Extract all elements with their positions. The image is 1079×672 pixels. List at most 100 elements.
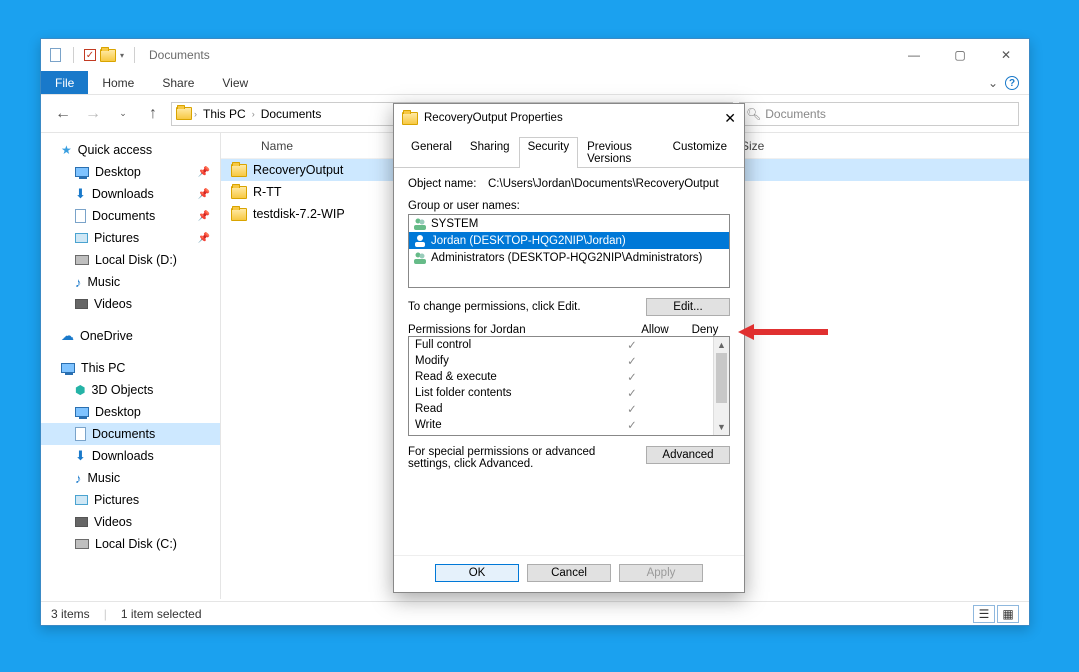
home-tab[interactable]: Home — [88, 71, 148, 94]
folder-icon — [176, 106, 192, 122]
nav-pictures[interactable]: Pictures📌 — [41, 227, 220, 249]
breadcrumb[interactable]: This PC — [199, 107, 250, 121]
search-placeholder: Documents — [765, 107, 826, 121]
minimize-button[interactable]: — — [891, 39, 937, 71]
perm-row: Full control✓ — [409, 337, 713, 353]
maximize-button[interactable]: ▢ — [937, 39, 983, 71]
scroll-up-icon[interactable]: ▲ — [714, 337, 729, 353]
nav-documents2[interactable]: Documents — [41, 423, 220, 445]
pin-icon: 📌 — [198, 211, 210, 222]
group-label: Group or user names: — [408, 200, 730, 212]
nav-desktop2[interactable]: Desktop — [41, 401, 220, 423]
checkbox-icon[interactable]: ✓ — [84, 49, 96, 61]
help-icon[interactable]: ? — [1005, 76, 1019, 90]
user-item[interactable]: SYSTEM — [409, 215, 729, 232]
ok-button[interactable]: OK — [435, 564, 519, 582]
expand-ribbon-icon[interactable]: ⌄ — [981, 71, 1005, 94]
close-button[interactable]: ✕ — [983, 39, 1029, 71]
document-icon — [75, 427, 86, 441]
music-icon: ♪ — [75, 471, 82, 486]
selection-count: 1 item selected — [121, 607, 202, 621]
nav-pictures2[interactable]: Pictures — [41, 489, 220, 511]
nav-music2[interactable]: ♪Music — [41, 467, 220, 489]
search-input[interactable]: 🔍︎ Documents — [739, 102, 1019, 126]
scroll-thumb[interactable] — [716, 353, 727, 403]
nav-local-c[interactable]: Local Disk (C:) — [41, 533, 220, 555]
users-icon — [413, 217, 427, 231]
allow-check-icon: ✓ — [607, 370, 657, 384]
tab-previous-versions[interactable]: Previous Versions — [578, 137, 664, 168]
scrollbar[interactable]: ▲ ▼ — [713, 337, 729, 435]
dialog-tabs: General Sharing Security Previous Versio… — [394, 132, 744, 168]
star-icon: ★ — [61, 143, 72, 157]
recent-dropdown[interactable]: ⌄ — [111, 102, 135, 126]
file-tab[interactable]: File — [41, 71, 88, 94]
deny-header: Deny — [680, 324, 730, 336]
object-name-value: C:\Users\Jordan\Documents\RecoveryOutput — [488, 178, 719, 190]
nav-documents[interactable]: Documents📌 — [41, 205, 220, 227]
annotation-arrow-icon — [738, 322, 828, 342]
folder-icon — [231, 164, 247, 177]
nav-videos[interactable]: Videos — [41, 293, 220, 315]
allow-header: Allow — [630, 324, 680, 336]
cloud-icon: ☁ — [61, 328, 74, 344]
apply-button[interactable]: Apply — [619, 564, 703, 582]
nav-this-pc[interactable]: This PC — [41, 357, 220, 379]
special-permissions-text: For special permissions or advanced sett… — [408, 446, 636, 470]
user-item[interactable]: Jordan (DESKTOP-HQG2NIP\Jordan) — [409, 232, 729, 249]
folder-icon — [231, 208, 247, 221]
desktop-icon — [75, 407, 89, 417]
pin-icon: 📌 — [198, 167, 210, 178]
nav-downloads2[interactable]: ⬇Downloads — [41, 445, 220, 467]
tab-general[interactable]: General — [402, 137, 461, 168]
view-tab[interactable]: View — [208, 71, 262, 94]
folder-icon[interactable] — [100, 47, 116, 63]
nav-downloads[interactable]: ⬇Downloads📌 — [41, 183, 220, 205]
details-view-button[interactable]: ☰ — [973, 605, 995, 623]
pictures-icon — [75, 495, 88, 505]
item-count: 3 items — [51, 607, 90, 621]
tab-security[interactable]: Security — [519, 137, 579, 168]
users-listbox[interactable]: SYSTEM Jordan (DESKTOP-HQG2NIP\Jordan) A… — [408, 214, 730, 288]
allow-check-icon: ✓ — [607, 386, 657, 400]
title-bar[interactable]: ✓ ▾ Documents — ▢ ✕ — [41, 39, 1029, 71]
user-item[interactable]: Administrators (DESKTOP-HQG2NIP\Administ… — [409, 249, 729, 266]
advanced-button[interactable]: Advanced — [646, 446, 730, 464]
back-button[interactable]: ← — [51, 102, 75, 126]
perm-row: Modify✓ — [409, 353, 713, 369]
video-icon — [75, 299, 88, 309]
up-button[interactable]: ↑ — [141, 102, 165, 126]
cancel-button[interactable]: Cancel — [527, 564, 611, 582]
perm-row: Read & execute✓ — [409, 369, 713, 385]
disk-icon — [75, 539, 89, 549]
tab-customize[interactable]: Customize — [664, 137, 736, 168]
properties-dialog: RecoveryOutput Properties ✕ General Shar… — [393, 103, 745, 593]
edit-button[interactable]: Edit... — [646, 298, 730, 316]
dialog-titlebar[interactable]: RecoveryOutput Properties ✕ — [394, 104, 744, 132]
nav-desktop[interactable]: Desktop📌 — [41, 161, 220, 183]
share-tab[interactable]: Share — [148, 71, 208, 94]
permissions-list: Full control✓ Modify✓ Read & execute✓ Li… — [408, 336, 730, 436]
nav-local-d[interactable]: Local Disk (D:) — [41, 249, 220, 271]
nav-3d-objects[interactable]: ⬢3D Objects — [41, 379, 220, 401]
pictures-icon — [75, 233, 88, 243]
users-icon — [413, 251, 427, 265]
nav-videos2[interactable]: Videos — [41, 511, 220, 533]
nav-pane: ★Quick access Desktop📌 ⬇Downloads📌 Docum… — [41, 133, 221, 599]
forward-button[interactable]: → — [81, 102, 105, 126]
document-icon — [75, 209, 86, 223]
icons-view-button[interactable]: ▦ — [997, 605, 1019, 623]
breadcrumb[interactable]: Documents — [257, 107, 326, 121]
nav-onedrive[interactable]: ☁OneDrive — [41, 325, 220, 347]
tab-sharing[interactable]: Sharing — [461, 137, 519, 168]
allow-check-icon: ✓ — [607, 402, 657, 416]
pin-icon: 📌 — [198, 189, 210, 200]
status-bar: 3 items | 1 item selected ☰ ▦ — [41, 601, 1029, 625]
disk-icon — [75, 255, 89, 265]
scroll-down-icon[interactable]: ▼ — [714, 419, 729, 435]
allow-check-icon: ✓ — [607, 354, 657, 368]
properties-icon[interactable] — [47, 47, 63, 63]
nav-music[interactable]: ♪Music — [41, 271, 220, 293]
nav-quick-access[interactable]: ★Quick access — [41, 139, 220, 161]
close-button[interactable]: ✕ — [724, 110, 736, 127]
